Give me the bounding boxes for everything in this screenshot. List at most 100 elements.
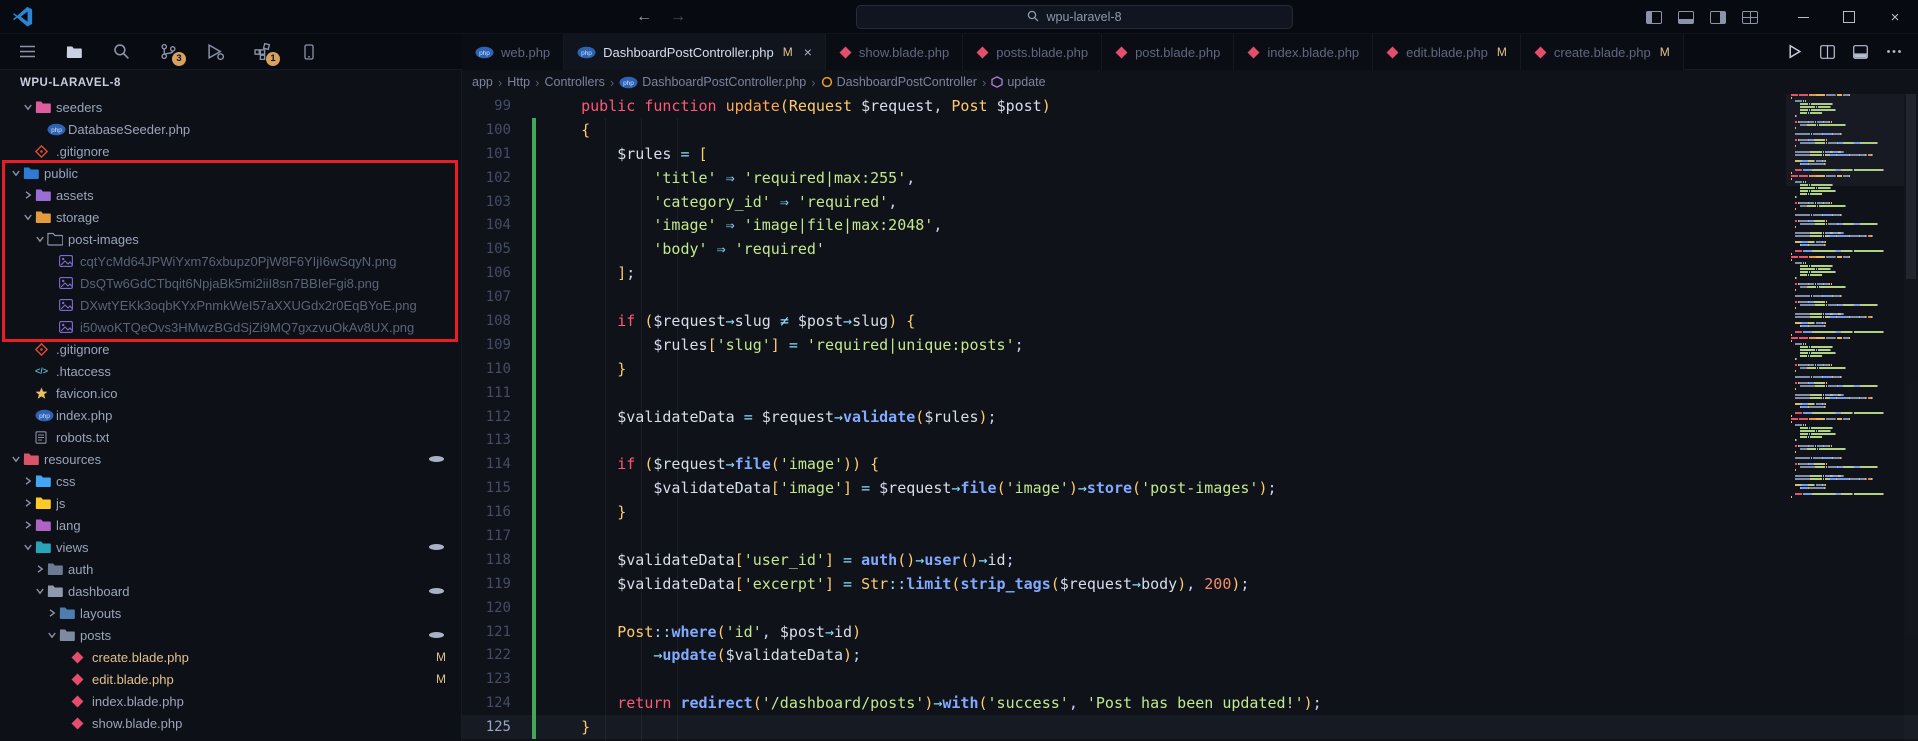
tree-item-i50woKTQeOvs3HMwzBGdSjZi9MQ7gxzvuOkAv8UX.png[interactable]: i50woKTQeOvs3HMwzBGdSjZi9MQ7gxzvuOkAv8UX… [0,316,461,338]
tree-item-.gitignore[interactable]: .gitignore [0,140,461,162]
code-line-111[interactable]: 111 [462,381,1918,405]
tree-item-dashboard[interactable]: dashboard [0,580,461,602]
command-center-search[interactable]: wpu-laravel-8 [856,5,1293,29]
code-line-100[interactable]: 100 { [462,118,1918,142]
tree-item-DsQTw6GdCTbqit6NpjaBk5mi2iiI8sn7BBIeFgi8.png[interactable]: DsQTw6GdCTbqit6NpjaBk5mi2iiI8sn7BBIeFgi8… [0,272,461,294]
code-line-103[interactable]: 103 'category_id' ⇒ 'required', [462,190,1918,214]
tree-item-assets[interactable]: assets [0,184,461,206]
code-line-123[interactable]: 123 [462,667,1918,691]
remote-icon[interactable] [298,40,320,64]
code-line-116[interactable]: 116 } [462,500,1918,524]
code-line-112[interactable]: 112 $validateData = $request→validate($r… [462,405,1918,429]
close-window-button[interactable]: × [1872,0,1918,34]
tab-edit.blade.php[interactable]: edit.blade.phpM [1373,34,1521,70]
breadcrumb-item-app[interactable]: app [472,75,493,89]
tab-web.php[interactable]: phpweb.php [462,34,564,70]
tab-show.blade.php[interactable]: show.blade.php [826,34,963,70]
tree-item-robots.txt[interactable]: robots.txt [0,426,461,448]
tree-item-posts[interactable]: posts [0,624,461,646]
tree-item-auth[interactable]: auth [0,558,461,580]
tree-item-css[interactable]: css [0,470,461,492]
tree-item-post-images[interactable]: post-images [0,228,461,250]
explorer-root-header[interactable]: WPU-LARAVEL-8 [0,70,461,96]
toggle-panel-icon[interactable] [1678,11,1694,24]
menu-icon[interactable] [16,40,38,64]
tree-item-public[interactable]: public [0,162,461,184]
minimap-slider[interactable] [1786,94,1904,186]
code-editor[interactable]: 99 public function update(Request $reque… [462,94,1918,741]
php-icon: php [47,123,68,136]
code-line-115[interactable]: 115 $validateData['image'] = $request→fi… [462,476,1918,500]
tab-post.blade.php[interactable]: post.blade.php [1102,34,1234,70]
maximize-window-button[interactable] [1826,0,1872,34]
code-line-122[interactable]: 122 →update($validateData); [462,643,1918,667]
tree-item-create.blade.php[interactable]: create.blade.phpM [0,646,461,668]
tree-item-layouts[interactable]: layouts [0,602,461,624]
minimize-window-button[interactable] [1780,0,1826,34]
tree-item-views[interactable]: views [0,536,461,558]
tab-DashboardPostController.php[interactable]: phpDashboardPostController.phpM× [564,34,826,70]
code-line-125[interactable]: 125 } [462,715,1918,739]
extensions-icon[interactable]: 1 [251,40,273,64]
breadcrumb-item-update[interactable]: update [991,75,1045,89]
tree-item-.htaccess[interactable]: </>.htaccess [0,360,461,382]
code-line-110[interactable]: 110 } [462,357,1918,381]
tree-item-seeders[interactable]: seeders [0,96,461,118]
tab-create.blade.php[interactable]: create.blade.phpM [1521,34,1684,70]
split-editor-button[interactable] [1820,45,1835,59]
breadcrumb-item-DashboardPostController[interactable]: DashboardPostController [821,75,977,89]
code-line-102[interactable]: 102 'title' ⇒ 'required|max:255', [462,166,1918,190]
explorer-icon[interactable] [63,40,85,64]
tree-item-DatabaseSeeder.php[interactable]: phpDatabaseSeeder.php [0,118,461,140]
toggle-secondary-sidebar-icon[interactable] [1710,11,1726,24]
tree-item-show.blade.php[interactable]: show.blade.php [0,712,461,734]
code-line-99[interactable]: 99 public function update(Request $reque… [462,94,1918,118]
tab-index.blade.php[interactable]: index.blade.php [1234,34,1373,70]
breadcrumb-item-DashboardPostController.php[interactable]: phpDashboardPostController.php [619,75,806,89]
code-line-119[interactable]: 119 $validateData['excerpt'] = Str::limi… [462,572,1918,596]
code-line-104[interactable]: 104 'image' ⇒ 'image|file|max:2048', [462,213,1918,237]
customize-layout-icon[interactable] [1742,11,1758,24]
tree-item-storage[interactable]: storage [0,206,461,228]
code-line-113[interactable]: 113 [462,428,1918,452]
tab-posts.blade.php[interactable]: posts.blade.php [963,34,1102,70]
code-line-118[interactable]: 118 $validateData['user_id'] = auth()→us… [462,548,1918,572]
tree-item-index.blade.php[interactable]: index.blade.php [0,690,461,712]
code-line-124[interactable]: 124 return redirect('/dashboard/posts')→… [462,691,1918,715]
tree-item-index.php[interactable]: phpindex.php [0,404,461,426]
run-button[interactable] [1787,44,1802,59]
nav-back-icon[interactable]: ← [636,8,652,26]
tree-item-DXwtYEKk3oqbKYxPnmkWeI57aXXUGdx2r0EqBYoE.png[interactable]: DXwtYEKk3oqbKYxPnmkWeI57aXXUGdx2r0EqBYoE… [0,294,461,316]
toggle-panel-button[interactable] [1853,45,1868,59]
tree-item-.gitignore[interactable]: .gitignore [0,338,461,360]
tree-item-js[interactable]: js [0,492,461,514]
tree-item-resources[interactable]: resources [0,448,461,470]
vscode-logo-icon [12,6,33,27]
code-line-120[interactable]: 120 [462,596,1918,620]
folder-icon [47,584,68,598]
close-tab-icon[interactable]: × [804,44,812,60]
search-icon[interactable] [110,40,132,64]
tree-item-edit.blade.php[interactable]: edit.blade.phpM [0,668,461,690]
code-line-101[interactable]: 101 $rules = [ [462,142,1918,166]
code-line-121[interactable]: 121 Post::where('id', $post→id) [462,620,1918,644]
breadcrumb-item-Controllers[interactable]: Controllers [544,75,604,89]
breadcrumb-item-Http[interactable]: Http [507,75,530,89]
editor-scrollbar[interactable] [1904,94,1918,741]
tree-item-favicon.ico[interactable]: favicon.ico [0,382,461,404]
code-line-107[interactable]: 107 [462,285,1918,309]
minimap[interactable] [1786,94,1904,741]
toggle-primary-sidebar-icon[interactable] [1646,11,1662,24]
tree-item-cqtYcMd64JPWiYxm76xbupz0PjW8F6YIjI6wSqyN.png[interactable]: cqtYcMd64JPWiYxm76xbupz0PjW8F6YIjI6wSqyN… [0,250,461,272]
code-line-105[interactable]: 105 'body' ⇒ 'required' [462,237,1918,261]
run-and-debug-icon[interactable] [204,40,226,64]
code-line-117[interactable]: 117 [462,524,1918,548]
code-line-114[interactable]: 114 if ($request→file('image')) { [462,452,1918,476]
more-actions-button[interactable] [1886,49,1902,54]
source-control-icon[interactable]: 3 [157,40,179,64]
tree-item-lang[interactable]: lang [0,514,461,536]
code-line-109[interactable]: 109 $rules['slug'] = 'required|unique:po… [462,333,1918,357]
code-line-108[interactable]: 108 if ($request→slug ≠ $post→slug) { [462,309,1918,333]
code-line-106[interactable]: 106 ]; [462,261,1918,285]
nav-forward-icon[interactable]: → [670,8,686,26]
